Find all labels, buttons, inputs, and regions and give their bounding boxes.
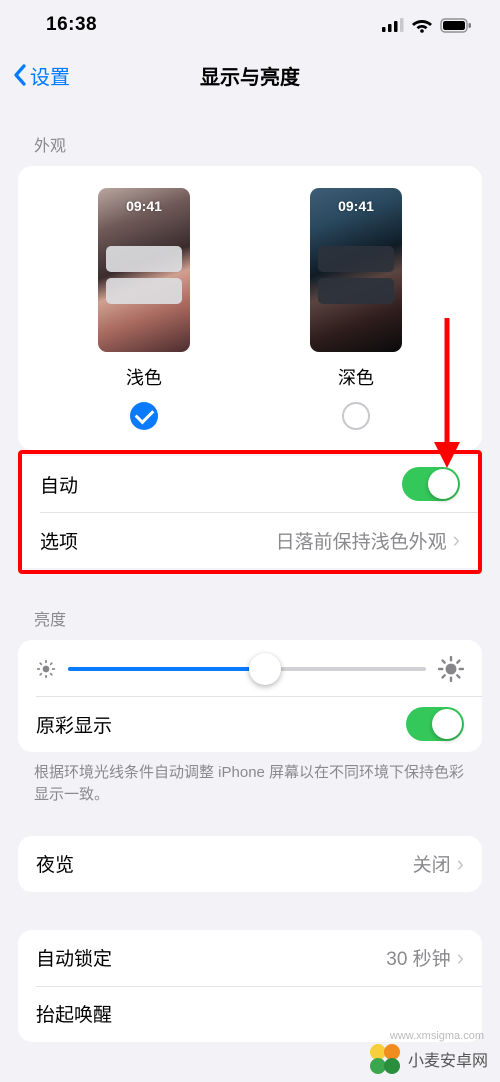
back-button[interactable]: 设置 — [12, 61, 70, 90]
brightness-slider-row — [18, 640, 482, 696]
appearance-previews: 09:41 浅色 09:41 深色 — [18, 166, 482, 450]
autolock-label: 自动锁定 — [36, 944, 112, 971]
appearance-group: 09:41 浅色 09:41 深色 — [18, 166, 482, 450]
thumb-time: 09:41 — [310, 198, 402, 214]
cellular-icon — [382, 18, 404, 32]
sun-large-icon — [438, 656, 464, 682]
wifi-icon — [411, 17, 433, 33]
autolock-row[interactable]: 自动锁定 30 秒钟 › — [18, 930, 482, 986]
truetone-row[interactable]: 原彩显示 — [18, 696, 482, 752]
watermark-logo-icon — [368, 1042, 402, 1076]
auto-label: 自动 — [40, 471, 78, 498]
appearance-option-dark[interactable]: 09:41 深色 — [310, 188, 402, 430]
sun-small-icon — [36, 659, 56, 679]
slider-thumb[interactable] — [249, 653, 281, 685]
light-label: 浅色 — [126, 364, 162, 390]
lock-group: 自动锁定 30 秒钟 › 抬起唤醒 — [18, 930, 482, 1042]
chevron-left-icon — [12, 63, 28, 87]
status-bar: 16:38 — [0, 0, 500, 50]
auto-appearance-row[interactable]: 自动 — [22, 456, 478, 512]
truetone-footnote: 根据环境光线条件自动调整 iPhone 屏幕以在不同环境下保持色彩显示一致。 — [0, 752, 500, 806]
dark-preview-thumb: 09:41 — [310, 188, 402, 352]
nightshift-group: 夜览 关闭 › — [18, 836, 482, 892]
brightness-slider[interactable] — [68, 667, 426, 671]
back-label: 设置 — [30, 61, 70, 90]
watermark-url: www.xmsigma.com — [390, 1030, 484, 1042]
nav-bar: 设置 显示与亮度 — [0, 50, 500, 100]
nightshift-label: 夜览 — [36, 850, 74, 877]
nightshift-row[interactable]: 夜览 关闭 › — [18, 836, 482, 892]
watermark: 小麦安卓网 — [368, 1042, 488, 1076]
status-icons — [382, 17, 472, 33]
dark-radio[interactable] — [342, 402, 370, 430]
auto-toggle[interactable] — [402, 467, 460, 501]
nightshift-value: 关闭 — [413, 850, 451, 877]
autolock-value: 30 秒钟 — [386, 944, 450, 971]
annotation-highlight-box: 自动 选项 日落前保持浅色外观 › — [18, 450, 482, 574]
page-title: 显示与亮度 — [0, 61, 500, 90]
auto-options-group: 自动 选项 日落前保持浅色外观 › — [22, 456, 478, 568]
truetone-toggle[interactable] — [406, 707, 464, 741]
options-value: 日落前保持浅色外观 — [276, 527, 447, 554]
brightness-group: 原彩显示 — [18, 640, 482, 752]
options-label: 选项 — [40, 527, 78, 554]
chevron-right-icon: › — [457, 851, 464, 877]
options-row[interactable]: 选项 日落前保持浅色外观 › — [22, 512, 478, 568]
section-header-brightness: 亮度 — [0, 574, 500, 640]
chevron-right-icon: › — [457, 945, 464, 971]
light-radio-checked[interactable] — [130, 402, 158, 430]
section-header-appearance: 外观 — [0, 100, 500, 166]
truetone-label: 原彩显示 — [36, 711, 112, 738]
appearance-option-light[interactable]: 09:41 浅色 — [98, 188, 190, 430]
thumb-time: 09:41 — [98, 198, 190, 214]
raise-label: 抬起唤醒 — [36, 1000, 112, 1027]
status-time: 16:38 — [46, 14, 97, 36]
battery-icon — [440, 18, 472, 33]
light-preview-thumb: 09:41 — [98, 188, 190, 352]
watermark-text: 小麦安卓网 — [408, 1047, 488, 1071]
dark-label: 深色 — [338, 364, 374, 390]
chevron-right-icon: › — [453, 527, 460, 553]
